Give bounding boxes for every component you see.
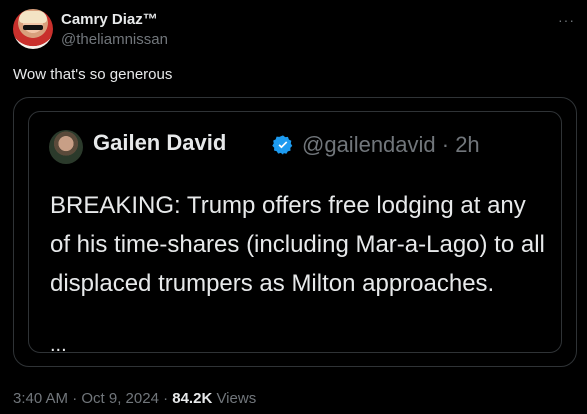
quoted-tweet-card[interactable]: Gailen David @gailendavid · 2h BREAKING:… <box>13 97 577 367</box>
quoted-author-avatar[interactable] <box>49 130 83 164</box>
verified-badge-icon <box>272 135 293 155</box>
avatar-glasses <box>23 25 43 30</box>
author-avatar[interactable] <box>13 9 53 49</box>
author-name[interactable]: Camry Diaz™ <box>61 11 158 28</box>
views-count: 84.2K <box>172 390 213 407</box>
avatar-hair <box>19 11 47 23</box>
views-label: Views <box>212 390 257 407</box>
more-options-icon[interactable]: ··· <box>558 12 575 28</box>
quoted-tweet-inner[interactable]: Gailen David @gailendavid · 2h BREAKING:… <box>28 111 562 356</box>
author-handle[interactable]: @theliamnissan <box>61 31 168 48</box>
tweet-timestamp[interactable]: 3:40 AM · Oct 9, 2024 · <box>13 390 172 407</box>
quoted-tweet-body: BREAKING: Trump offers free lodging at a… <box>50 192 545 297</box>
quoted-tweet-ellipsis: ... <box>50 334 67 356</box>
tweet-meta: 3:40 AM · Oct 9, 2024 · 84.2K Views <box>13 390 256 407</box>
tweet-text: Wow that's so generous <box>13 66 173 83</box>
quoted-author-handle[interactable]: @gailendavid · 2h <box>302 132 480 158</box>
quoted-author-name[interactable]: Gailen David <box>93 130 226 156</box>
